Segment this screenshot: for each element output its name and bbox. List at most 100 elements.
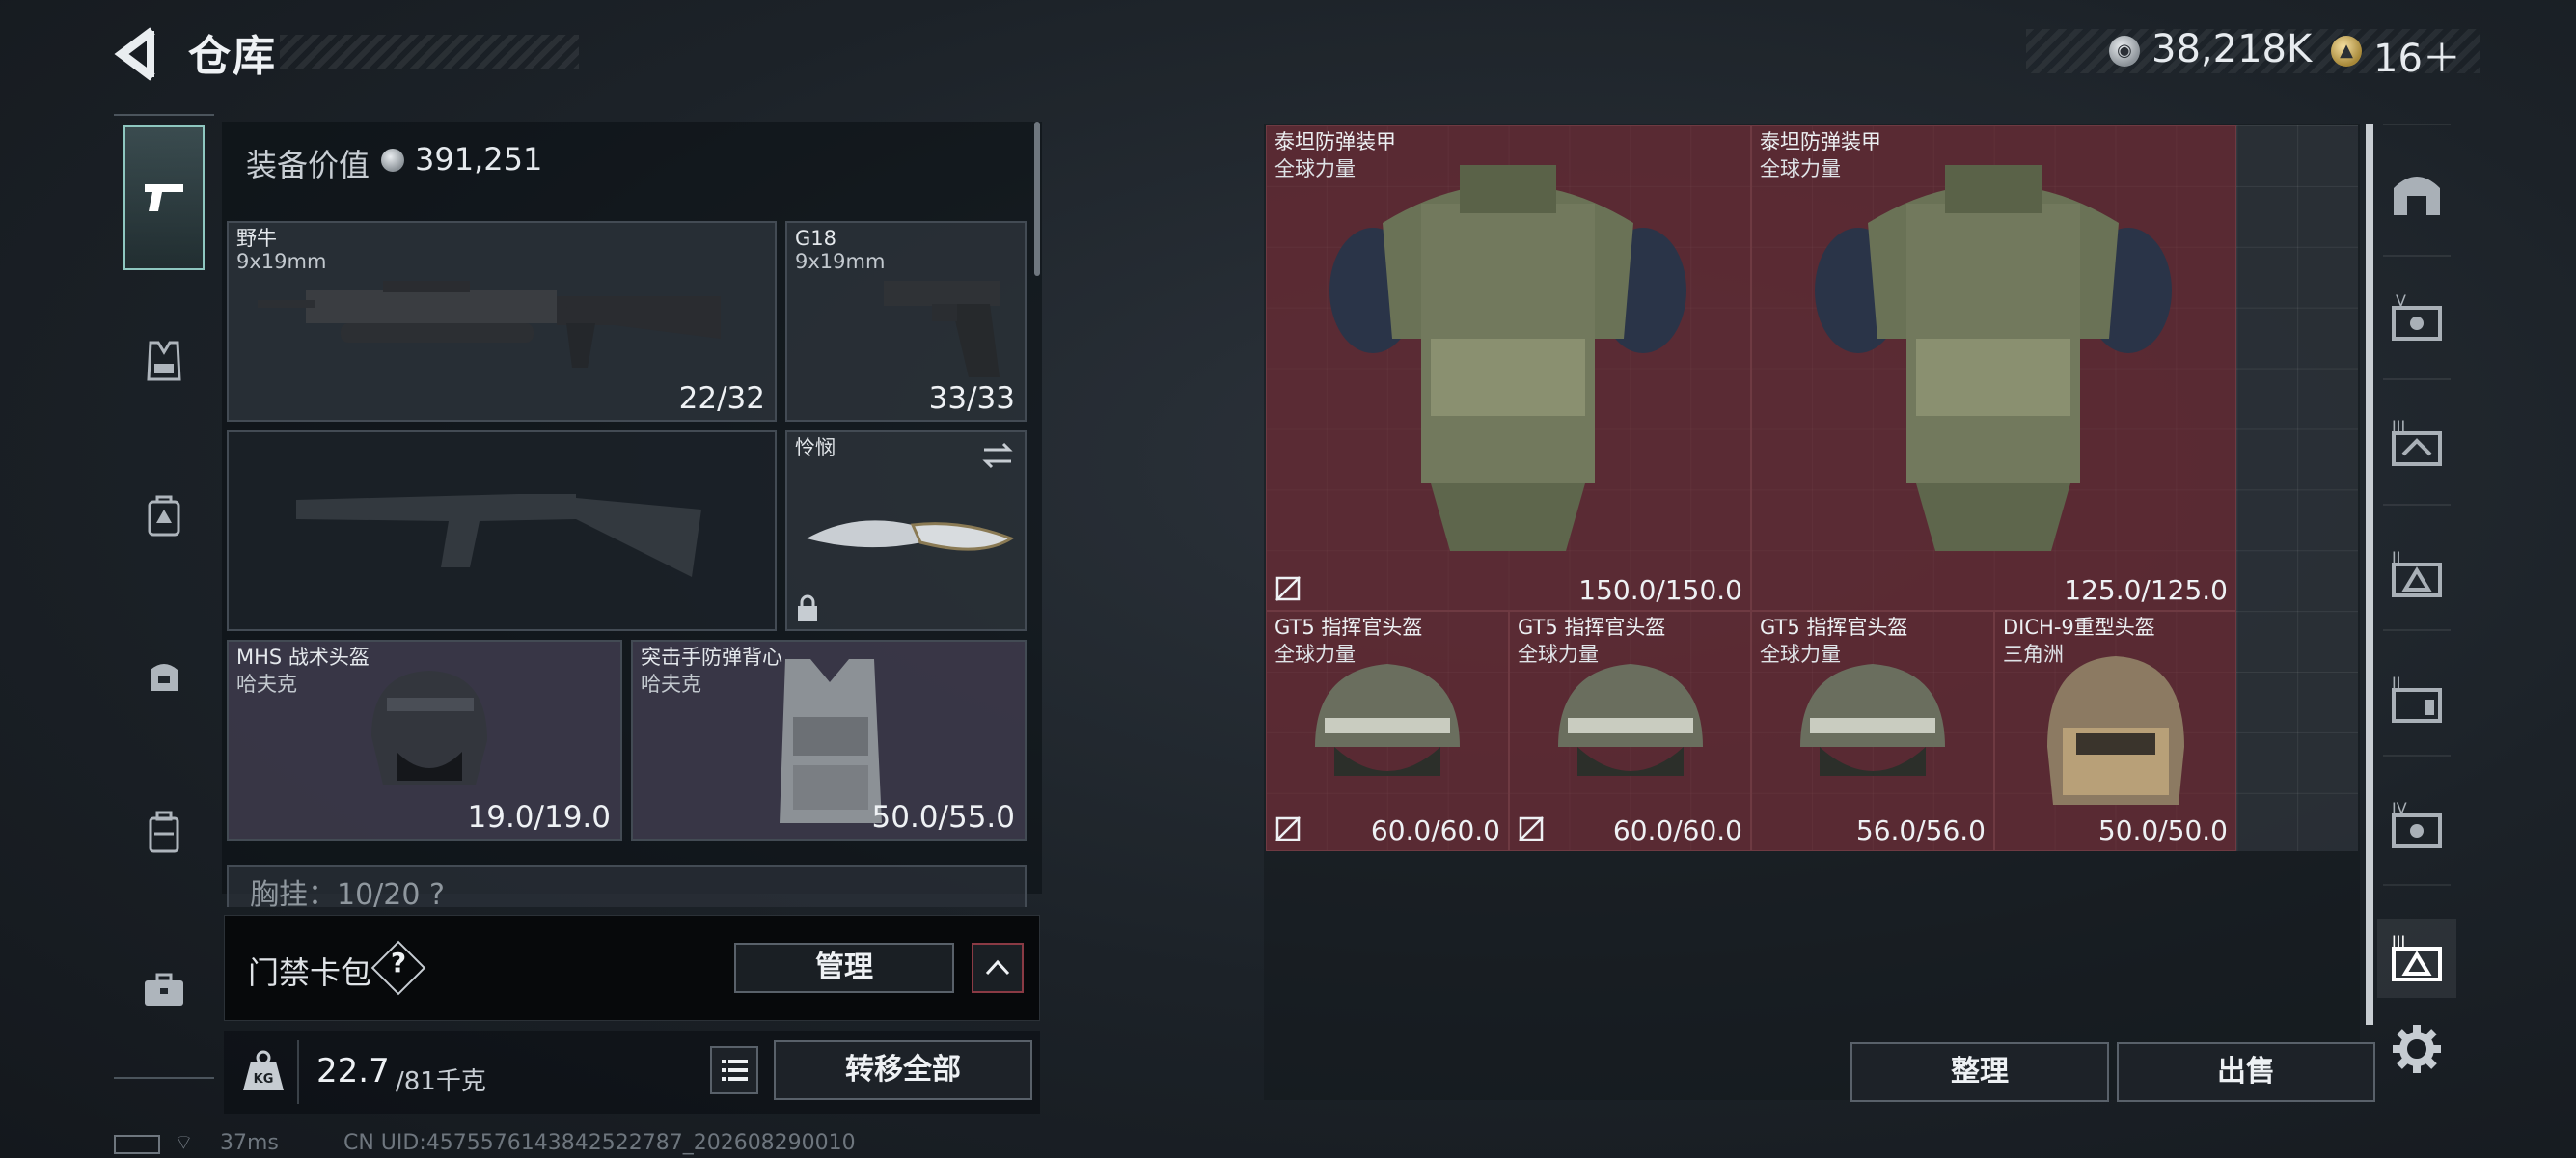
weight-max: /81千克 — [396, 1067, 486, 1096]
stash-tab-ii-b-icon: II — [2392, 674, 2442, 723]
helmet-brand: 哈夫克 — [236, 673, 297, 696]
stash-tab-v[interactable]: V — [2383, 284, 2451, 351]
manage-button[interactable]: 管理 — [734, 943, 954, 993]
page-title: 仓库 — [188, 32, 277, 81]
svg-text:III: III — [2392, 417, 2405, 435]
svg-text:II: II — [2392, 548, 2400, 566]
swap-icon[interactable] — [980, 442, 1015, 469]
empty-weapon-slot[interactable] — [227, 430, 777, 631]
gold-coin-icon: ▲ — [2331, 36, 2362, 67]
stash-tab-iv-icon: IV — [2392, 799, 2442, 848]
stash-tab-iii[interactable]: III — [2383, 409, 2451, 477]
loadout-scrollbar[interactable] — [1034, 122, 1040, 276]
pistol-icon — [145, 184, 183, 211]
wifi-icon: ⌔ — [174, 1131, 194, 1155]
stash-tab-all-icon — [2394, 177, 2440, 215]
chest-rig-slot[interactable]: 胸挂：10/20 ? — [227, 865, 1027, 912]
rail-separator — [2383, 884, 2451, 886]
tab-rail-top-line — [114, 114, 214, 116]
weight-current: 22.7 — [316, 1052, 390, 1090]
svg-text:II: II — [2392, 674, 2400, 692]
stash-tab-ii[interactable]: II — [2383, 540, 2451, 608]
stash-item-helmet[interactable]: GT5 指挥官头盔 全球力量 60.0/60.0 — [1266, 611, 1509, 851]
no-insurance-icon — [1275, 576, 1301, 601]
tab-backpack[interactable] — [125, 477, 203, 554]
tab-bag[interactable] — [125, 637, 203, 714]
tab-weapons[interactable] — [123, 125, 205, 270]
gold-coin-value[interactable]: 16＋ — [2373, 27, 2461, 83]
stash-item-armor[interactable]: 泰坦防弹装甲 全球力量 150.0/150.0 — [1266, 125, 1751, 611]
item-durability: 56.0/56.0 — [1855, 814, 1986, 846]
tab-case[interactable] — [125, 793, 203, 870]
stash-item-helmet[interactable]: GT5 指挥官头盔 全球力量 60.0/60.0 — [1509, 611, 1751, 851]
weight-kg-icon: KG — [243, 1050, 284, 1090]
armor-image — [1815, 165, 2172, 551]
item-name: GT5 指挥官头盔 — [1760, 616, 1908, 639]
battery-icon — [114, 1135, 160, 1154]
secondary-weapon-slot[interactable]: G18 9x19mm 33/33 — [785, 221, 1027, 422]
helmet-name: MHS 战术头盔 — [236, 646, 370, 669]
keycard-bar: 门禁卡包 ? 管理 — [224, 915, 1040, 1021]
rifle-silhouette-icon — [296, 494, 701, 577]
smg-image — [258, 281, 721, 368]
stash-tab-all[interactable] — [2383, 158, 2451, 226]
tab-vest[interactable] — [125, 322, 203, 400]
rail-separator — [2383, 504, 2451, 506]
item-durability: 60.0/60.0 — [1612, 814, 1742, 846]
collapse-button[interactable] — [972, 943, 1024, 993]
chevron-up-icon — [985, 959, 1010, 976]
silver-coin-value[interactable]: 38,218K — [2151, 27, 2312, 71]
item-durability: 150.0/150.0 — [1578, 574, 1742, 606]
armor-brand: 哈夫克 — [641, 673, 701, 696]
ping-text: 37ms — [220, 1131, 279, 1155]
no-insurance-icon — [1519, 816, 1544, 841]
primary-weapon-ammo: 22/32 — [678, 381, 765, 416]
svg-text:KG: KG — [254, 1072, 274, 1087]
stash-tab-v-icon: V — [2392, 291, 2442, 341]
armor-durability: 50.0/55.0 — [871, 800, 1016, 835]
melee-name: 怜悯 — [795, 436, 836, 459]
helmet-image — [1315, 664, 1460, 776]
tab-toolbox[interactable] — [125, 951, 203, 1029]
vest-icon — [147, 341, 181, 381]
helmet-image — [1558, 664, 1703, 776]
silver-coin-icon: ◉ — [2109, 36, 2140, 67]
stash-item-helmet[interactable]: GT5 指挥官头盔 全球力量 56.0/56.0 — [1751, 611, 1994, 851]
knife-image — [807, 520, 1015, 551]
armor-name: 突击手防弹背心 — [641, 646, 782, 669]
rail-separator — [2383, 255, 2451, 257]
stash-tab-iv[interactable]: IV — [2383, 791, 2451, 859]
stash-item-armor[interactable]: 泰坦防弹装甲 全球力量 125.0/125.0 — [1751, 125, 2236, 611]
helmet-image — [371, 671, 487, 785]
helmet-slot[interactable]: MHS 战术头盔 哈夫克 19.0/19.0 — [227, 640, 622, 841]
transfer-all-button[interactable]: 转移全部 — [774, 1040, 1032, 1100]
list-view-button[interactable] — [710, 1046, 758, 1094]
stash-tab-ii-icon: II — [2392, 548, 2442, 597]
sell-button[interactable]: 出售 — [2117, 1042, 2375, 1102]
sort-button[interactable]: 整理 — [1850, 1042, 2109, 1102]
primary-weapon-caliber: 9x19mm — [236, 250, 327, 273]
silver-coin-icon — [381, 149, 404, 172]
item-name: GT5 指挥官头盔 — [1274, 616, 1423, 639]
stash-item-helmet[interactable]: DICH-9重型头盔 三角洲 50.0/50.0 — [1994, 611, 2236, 851]
primary-weapon-name: 野牛 — [236, 227, 277, 250]
equipment-value: 391,251 — [415, 141, 543, 178]
stash-tab-ii-b[interactable]: II — [2383, 666, 2451, 733]
item-name: DICH-9重型头盔 — [2003, 616, 2155, 639]
primary-weapon-slot[interactable]: 野牛 9x19mm 22/32 — [227, 221, 777, 422]
melee-slot[interactable]: 怜悯 — [785, 430, 1027, 631]
stash-scrollbar[interactable] — [2366, 124, 2373, 1025]
no-insurance-icon — [1275, 816, 1301, 841]
secondary-weapon-name: G18 — [795, 227, 836, 250]
gear-icon — [2393, 1025, 2441, 1073]
list-icon — [722, 1060, 748, 1081]
settings-button[interactable] — [2383, 1015, 2451, 1083]
armor-slot[interactable]: 突击手防弹背心 哈夫克 50.0/55.0 — [631, 640, 1027, 841]
helmet-durability: 19.0/19.0 — [467, 800, 612, 835]
pistol-image — [884, 281, 1000, 377]
case-icon — [149, 811, 179, 853]
help-glyph: ? — [390, 947, 407, 979]
rail-separator — [2383, 755, 2451, 757]
stash-tab-iii-b[interactable]: III — [2383, 924, 2451, 992]
back-button[interactable] — [114, 27, 162, 81]
